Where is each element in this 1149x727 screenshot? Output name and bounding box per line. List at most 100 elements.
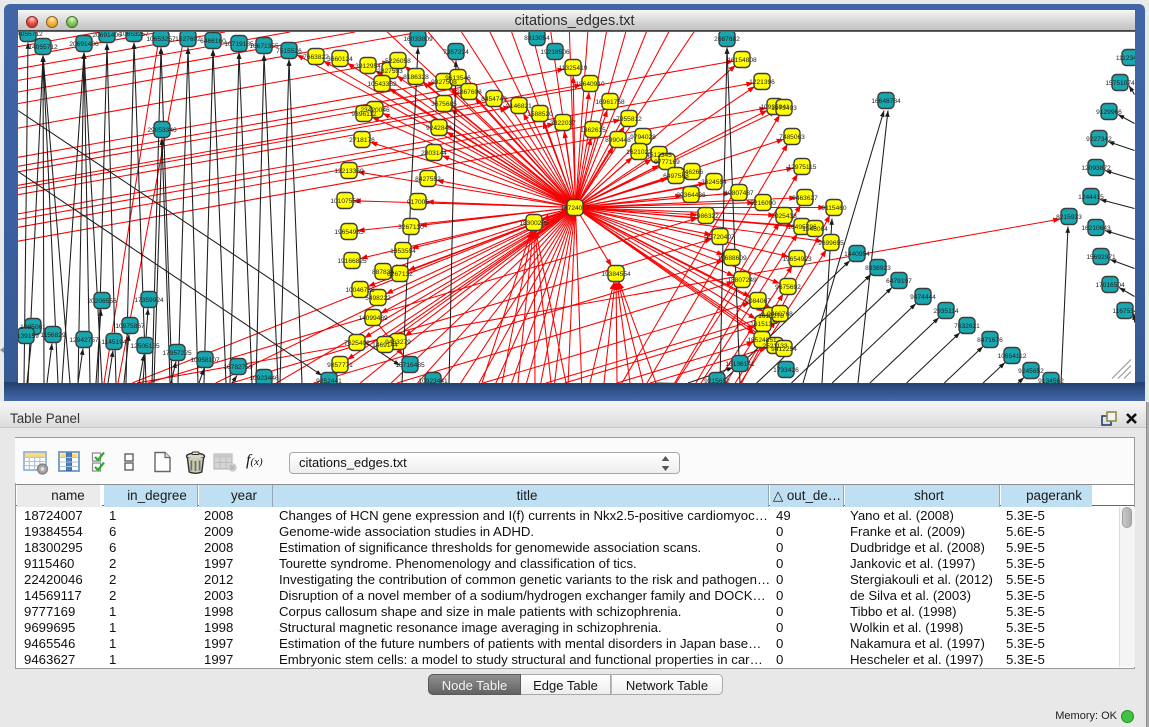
svg-text:2718176: 2718176	[349, 136, 375, 143]
svg-text:9134562: 9134562	[1038, 377, 1064, 382]
svg-text:5498222: 5498222	[365, 294, 391, 301]
svg-text:8813054: 8813054	[524, 34, 550, 41]
svg-text:20691406: 20691406	[69, 40, 99, 47]
svg-text:7515526: 7515526	[276, 47, 302, 54]
svg-text:1588520: 1588520	[527, 110, 553, 117]
svg-text:16210643: 16210643	[1081, 224, 1111, 231]
svg-text:2687682: 2687682	[714, 35, 740, 42]
svg-text:887834: 887834	[372, 268, 394, 275]
svg-text:9463627: 9463627	[792, 194, 818, 201]
svg-text:9242848: 9242848	[426, 124, 452, 131]
svg-text:3025438: 3025438	[771, 212, 797, 219]
svg-text:19654923: 19654923	[782, 255, 812, 262]
svg-text:1353594: 1353594	[390, 247, 416, 254]
svg-text:14055712: 14055712	[28, 43, 58, 50]
svg-text:16154808: 16154808	[727, 56, 757, 63]
svg-text:9777169: 9777169	[654, 158, 680, 165]
svg-text:16033809: 16033809	[403, 35, 433, 42]
svg-text:7955812: 7955812	[616, 115, 642, 122]
svg-text:1733426: 1733426	[773, 366, 799, 373]
svg-text:1167534: 1167534	[1112, 307, 1134, 314]
svg-text:1085061: 1085061	[20, 323, 46, 330]
svg-text:18807249: 18807249	[727, 276, 757, 283]
svg-text:8454749: 8454749	[481, 95, 507, 102]
svg-text:6216090: 6216090	[750, 199, 776, 206]
svg-text:10688609: 10688609	[717, 254, 747, 261]
svg-text:9474444: 9474444	[910, 293, 936, 300]
svg-text:9146821: 9146821	[506, 102, 532, 109]
svg-text:29053346: 29053346	[147, 126, 177, 133]
svg-text:11325419: 11325419	[559, 64, 588, 71]
svg-text:9084067: 9084067	[745, 297, 771, 304]
svg-text:14099489: 14099489	[358, 314, 388, 321]
svg-text:16648784: 16648784	[871, 97, 901, 104]
svg-text:1440954: 1440954	[844, 250, 870, 257]
svg-text:17359924: 17359924	[134, 296, 164, 303]
svg-text:10958107: 10958107	[190, 356, 220, 363]
svg-text:8427552: 8427552	[415, 175, 441, 182]
svg-text:12093872: 12093872	[1081, 164, 1111, 171]
svg-text:19654985: 19654985	[334, 228, 364, 235]
svg-text:18300295: 18300295	[519, 219, 549, 226]
svg-text:18640910: 18640910	[575, 80, 605, 87]
svg-text:9460768: 9460768	[767, 310, 793, 317]
svg-text:10653257: 10653257	[119, 32, 149, 38]
svg-text:20206556: 20206556	[87, 297, 117, 304]
svg-text:8471676: 8471676	[977, 336, 1003, 343]
svg-text:19218506: 19218506	[540, 48, 570, 55]
svg-text:9675692: 9675692	[775, 283, 801, 290]
svg-text:1156829: 1156829	[40, 331, 66, 338]
svg-text:1244415: 1244415	[1078, 193, 1104, 200]
svg-text:1469144: 1469144	[372, 341, 398, 348]
svg-text:9794028: 9794028	[630, 133, 656, 140]
svg-text:19384554: 19384554	[601, 270, 631, 277]
svg-text:10923441: 10923441	[418, 377, 448, 382]
svg-text:2803144: 2803144	[421, 149, 447, 156]
svg-text:7986322: 7986322	[693, 212, 719, 219]
svg-text:917006: 917006	[407, 198, 429, 205]
svg-text:3624554: 3624554	[701, 178, 727, 185]
svg-text:4512345: 4512345	[646, 151, 672, 158]
svg-text:12213369: 12213369	[334, 167, 364, 174]
svg-text:18724007: 18724007	[560, 204, 590, 211]
svg-text:10654112: 10654112	[998, 352, 1027, 359]
svg-text:9613546: 9613546	[445, 74, 471, 81]
svg-text:20691406: 20691406	[92, 32, 122, 39]
svg-text:10923446: 10923446	[249, 374, 279, 381]
svg-text:9896112: 9896112	[351, 110, 377, 117]
svg-text:19166825: 19166825	[337, 257, 367, 264]
svg-text:9245652: 9245652	[1018, 367, 1044, 374]
svg-text:10107552: 10107552	[330, 197, 360, 204]
svg-text:1946064: 1946064	[802, 225, 828, 232]
svg-text:15692971: 15692971	[1086, 253, 1116, 260]
svg-text:1615137: 1615137	[750, 320, 776, 327]
svg-text:6497568: 6497568	[663, 172, 689, 179]
svg-text:9227342: 9227342	[1086, 135, 1112, 142]
svg-text:10543362: 10543362	[367, 80, 397, 87]
svg-text:8990448: 8990448	[605, 136, 631, 143]
svg-text:12942757: 12942757	[69, 336, 99, 343]
svg-text:10046736: 10046736	[345, 286, 375, 293]
svg-text:1527602: 1527602	[175, 35, 201, 42]
svg-text:8215933: 8215933	[1056, 213, 1082, 220]
svg-text:12505135: 12505135	[130, 342, 160, 349]
svg-text:15716485: 15716485	[395, 361, 425, 368]
svg-text:10975867: 10975867	[115, 322, 145, 329]
svg-text:12975115: 12975115	[788, 163, 817, 170]
svg-text:1145194: 1145194	[101, 338, 127, 345]
svg-text:16961758: 16961758	[595, 98, 625, 105]
svg-text:6479197: 6479197	[886, 277, 912, 284]
svg-text:16136141: 16136141	[725, 360, 755, 367]
svg-text:3660124: 3660124	[327, 55, 353, 62]
svg-text:1221396: 1221396	[749, 78, 775, 85]
svg-text:17016504: 17016504	[1095, 281, 1125, 288]
svg-text:9215652: 9215652	[704, 377, 730, 382]
svg-text:9115460: 9115460	[821, 204, 847, 211]
svg-text:14055712: 14055712	[18, 32, 43, 38]
svg-text:9252441: 9252441	[316, 377, 342, 382]
svg-text:9129966: 9129966	[1096, 108, 1122, 115]
svg-text:11123456: 11123456	[1116, 54, 1135, 61]
svg-text:7632621: 7632621	[954, 322, 980, 329]
svg-text:5226058: 5226058	[385, 57, 411, 64]
svg-text:10653257: 10653257	[146, 35, 176, 42]
